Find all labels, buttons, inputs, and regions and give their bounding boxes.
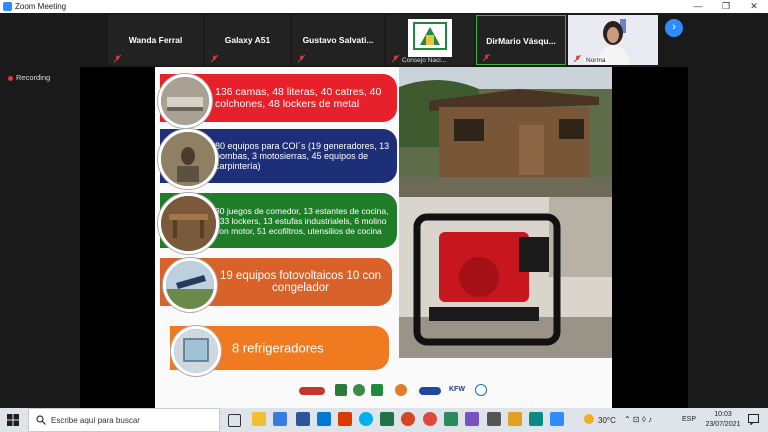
word-icon[interactable]: [296, 412, 310, 426]
participant-tile[interactable]: Galaxy A51: [205, 15, 290, 65]
participant-name: Gustavo Salvati...: [302, 35, 374, 45]
item-text: 30 juegos de comedor, 13 estantes de coc…: [215, 205, 389, 236]
powerpoint-icon[interactable]: [401, 412, 415, 426]
app-icon[interactable]: [444, 412, 458, 426]
mic-muted-icon: [114, 55, 121, 62]
windows-start-icon[interactable]: [7, 414, 19, 426]
item-text: 8 refrigeradores: [232, 340, 324, 356]
wooden-cabin-image: [399, 67, 612, 197]
recording-indicator: Recording: [8, 73, 50, 82]
kitchen-photo: [161, 196, 216, 251]
app-icon[interactable]: [508, 412, 522, 426]
sponsor-logo: [335, 384, 347, 396]
participant-video-tile[interactable]: Norma: [568, 15, 658, 65]
participant-tile[interactable]: Consejo Naci...: [386, 15, 474, 65]
item-text: 136 camas, 48 literas, 40 catres, 40 col…: [215, 86, 382, 110]
participant-video-frame: [568, 15, 658, 65]
sponsor-logo: [395, 384, 407, 396]
water-pump-image: [399, 197, 612, 358]
sponsor-logos: KFW: [295, 380, 495, 400]
sponsor-logo: [475, 384, 487, 396]
windows-taskbar: Escribe aquí para buscar 30°C ⌃ ⊡ ◊ ♪ ES…: [0, 408, 768, 432]
mic-muted-icon: [483, 54, 490, 61]
chrome-icon[interactable]: [423, 412, 437, 426]
app-icon[interactable]: [465, 412, 479, 426]
store-icon[interactable]: [273, 412, 287, 426]
next-participants-button[interactable]: ›: [665, 19, 683, 37]
record-dot-icon: [8, 75, 13, 81]
kfw-logo: KFW: [449, 386, 465, 393]
weather-temp[interactable]: 30°C: [598, 416, 616, 425]
app-icon[interactable]: [529, 412, 543, 426]
solar-panel-photo: [166, 261, 214, 309]
search-placeholder: Escribe aquí para buscar: [51, 416, 140, 425]
item-text: 80 equipos para COI´s (19 generadores, 1…: [215, 141, 390, 171]
input-language[interactable]: ESP: [682, 416, 696, 423]
taskbar-search-box[interactable]: Escribe aquí para buscar: [28, 408, 220, 432]
settings-icon[interactable]: [487, 412, 501, 426]
mic-muted-icon: [298, 55, 305, 62]
search-icon: [36, 415, 46, 425]
sponsor-logo: [419, 387, 441, 395]
participant-name: Consejo Naci...: [402, 57, 447, 64]
item-photo: [171, 326, 221, 376]
mail-icon[interactable]: [317, 412, 331, 426]
presentation-slide: 136 camas, 48 literas, 40 catres, 40 col…: [155, 67, 612, 408]
skype-icon[interactable]: [359, 412, 373, 426]
item-text: 19 equipos fotovoltaicos 10 con congelad…: [219, 270, 382, 294]
mic-muted-icon: [392, 55, 399, 62]
organization-logo-icon: [408, 19, 452, 57]
participant-tile[interactable]: Gustavo Salvati...: [292, 15, 384, 65]
participant-tile-active[interactable]: DirMario Vásqu...: [476, 15, 566, 65]
item-photo: [158, 129, 218, 189]
participant-tile[interactable]: Wanda Ferral: [108, 15, 203, 65]
clock-time[interactable]: 10:03: [707, 411, 739, 418]
participant-name: Galaxy A51: [224, 35, 271, 45]
weather-icon: [584, 414, 594, 424]
equipment-photo: [161, 132, 215, 186]
zoom-taskbar-icon[interactable]: [550, 412, 564, 426]
participant-name: Wanda Ferral: [128, 35, 183, 45]
excel-icon[interactable]: [380, 412, 394, 426]
notifications-icon[interactable]: [748, 414, 759, 425]
sponsor-logo: [371, 384, 383, 396]
clock-date[interactable]: 23/07/2021: [703, 421, 743, 428]
participant-name: DirMario Vásqu...: [486, 36, 556, 46]
file-explorer-icon[interactable]: [252, 412, 266, 426]
beds-photo: [161, 77, 209, 125]
office-icon[interactable]: [338, 412, 352, 426]
water-pump-photo: [399, 197, 612, 358]
refrigerator-photo: [174, 329, 218, 373]
window-titlebar: Zoom Meeting — ❐ ✕: [0, 0, 768, 13]
sponsor-logo: [299, 387, 325, 395]
item-photo: [158, 74, 212, 128]
mic-muted-icon: [574, 55, 581, 62]
window-title: Zoom Meeting: [15, 2, 67, 11]
task-view-icon[interactable]: [228, 414, 241, 427]
zoom-app-icon: [3, 2, 12, 11]
minimize-button[interactable]: —: [684, 0, 712, 13]
participant-strip: Wanda Ferral Galaxy A51 Gustavo Salvati.…: [0, 13, 768, 68]
mic-muted-icon: [211, 55, 218, 62]
maximize-button[interactable]: ❐: [712, 0, 740, 13]
recording-label: Recording: [16, 73, 51, 82]
sponsor-logo: [353, 384, 365, 396]
tray-icons[interactable]: ⌃ ⊡ ◊ ♪: [624, 415, 652, 424]
close-button[interactable]: ✕: [740, 0, 768, 13]
participant-name: Norma: [584, 57, 608, 64]
cabin-photo: [399, 67, 612, 197]
item-photo: [163, 258, 217, 312]
item-photo: [158, 193, 219, 254]
